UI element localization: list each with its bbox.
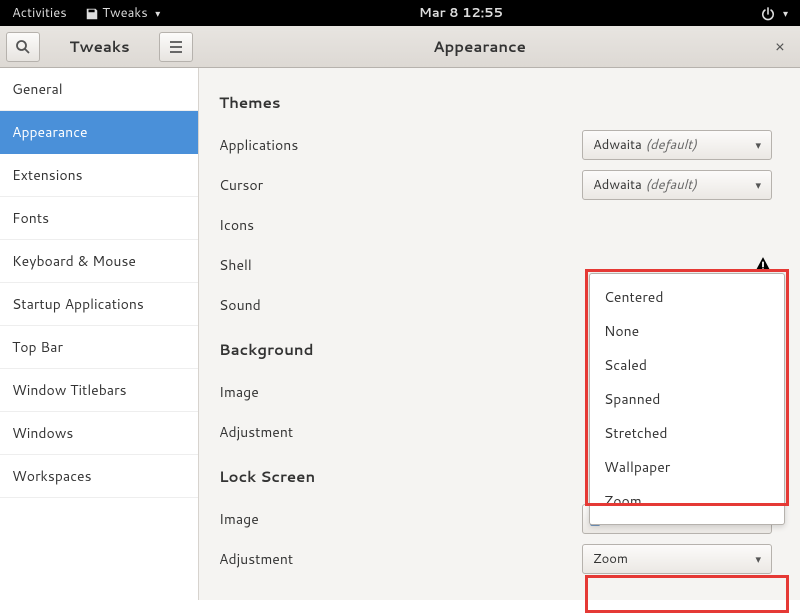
label-cursor: Cursor (219, 175, 559, 195)
search-button[interactable] (6, 32, 40, 62)
sidebar-item-startup-applications[interactable]: Startup Applications (0, 283, 198, 326)
row-ls-adjustment: Adjustment Zoom (219, 539, 772, 579)
label-applications: Applications (219, 135, 559, 155)
combo-value: Adwaita (593, 136, 642, 154)
combo-value: Zoom (593, 550, 628, 568)
sidebar-item-extensions[interactable]: Extensions (0, 154, 198, 197)
label-ls-adjustment: Adjustment (219, 549, 559, 569)
row-cursor: Cursor Adwaita (default) (219, 165, 772, 205)
option-zoom[interactable]: Zoom (590, 484, 784, 518)
save-icon (85, 7, 99, 21)
label-sound: Sound (219, 295, 559, 315)
power-icon (761, 7, 775, 21)
page-title: Appearance (199, 36, 760, 57)
option-none[interactable]: None (590, 314, 784, 348)
sidebar-item-window-titlebars[interactable]: Window Titlebars (0, 369, 198, 412)
combo-default-suffix: (default) (645, 176, 696, 194)
label-bg-adjustment: Adjustment (219, 422, 559, 442)
option-wallpaper[interactable]: Wallpaper (590, 450, 784, 484)
hamburger-icon (168, 39, 184, 55)
header-bar: Tweaks Appearance × (0, 26, 800, 68)
sidebar-item-top-bar[interactable]: Top Bar (0, 326, 198, 369)
search-icon (15, 39, 31, 55)
row-icons: Icons (219, 205, 772, 245)
row-applications: Applications Adwaita (default) (219, 125, 772, 165)
combo-cursor[interactable]: Adwaita (default) (582, 170, 772, 200)
clock[interactable]: Mar 8 12:55 (160, 4, 761, 22)
annotation-highlight (585, 575, 789, 613)
sidebar-item-keyboard-mouse[interactable]: Keyboard & Mouse (0, 240, 198, 283)
app-menu-label: Tweaks (102, 4, 147, 22)
sidebar-item-windows[interactable]: Windows (0, 412, 198, 455)
hamburger-button[interactable] (159, 32, 193, 62)
system-menu[interactable] (761, 4, 788, 22)
label-shell: Shell (219, 255, 559, 275)
combo-applications[interactable]: Adwaita (default) (582, 130, 772, 160)
sidebar-item-appearance[interactable]: Appearance (0, 111, 198, 154)
gnome-top-bar: Activities Tweaks Mar 8 12:55 (0, 0, 800, 26)
combo-ls-adjustment[interactable]: Zoom (582, 544, 772, 574)
window-close-button[interactable]: × (760, 35, 800, 58)
combo-value: Adwaita (593, 176, 642, 194)
close-icon: × (775, 35, 785, 58)
sidebar-item-general[interactable]: General (0, 68, 198, 111)
label-ls-image: Image (219, 509, 559, 529)
activities-button[interactable]: Activities (12, 4, 67, 22)
content-area: Themes Applications Adwaita (default) Cu… (199, 68, 800, 600)
adjustment-popover: Centered None Scaled Spanned Stretched W… (589, 273, 785, 525)
option-centered[interactable]: Centered (590, 280, 784, 314)
combo-default-suffix: (default) (645, 136, 696, 154)
sidebar: General Appearance Extensions Fonts Keyb… (0, 68, 199, 600)
label-icons: Icons (219, 215, 559, 235)
sidebar-item-workspaces[interactable]: Workspaces (0, 455, 198, 498)
section-themes-heading: Themes (219, 92, 772, 113)
sidebar-title: Tweaks (44, 36, 155, 57)
sidebar-item-fonts[interactable]: Fonts (0, 197, 198, 240)
option-spanned[interactable]: Spanned (590, 382, 784, 416)
label-bg-image: Image (219, 382, 559, 402)
option-stretched[interactable]: Stretched (590, 416, 784, 450)
warning-icon (754, 256, 772, 274)
option-scaled[interactable]: Scaled (590, 348, 784, 382)
app-menu[interactable]: Tweaks (85, 4, 161, 22)
